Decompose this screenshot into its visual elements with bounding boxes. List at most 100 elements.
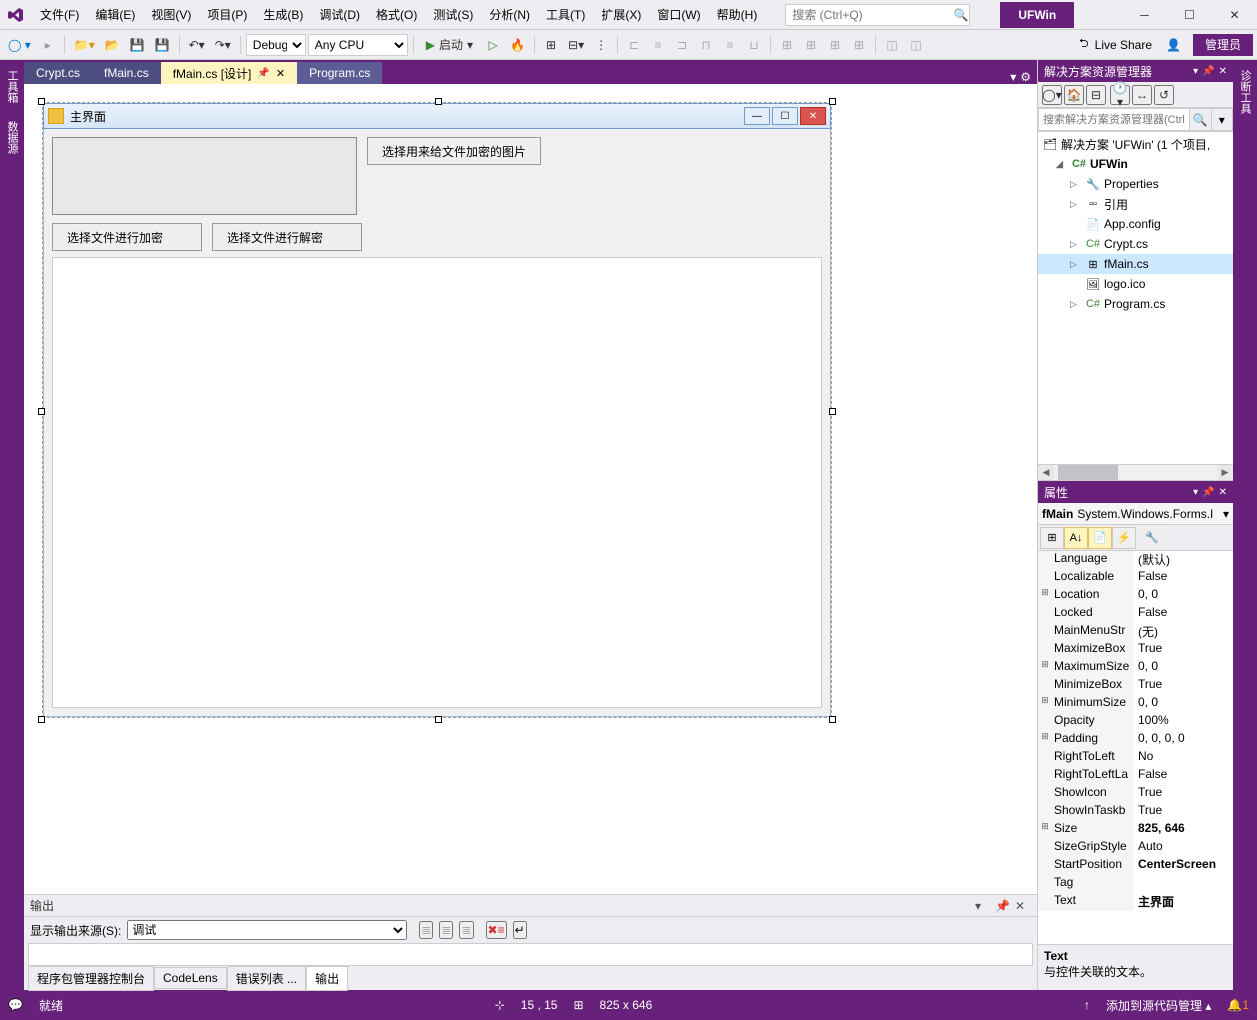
property-row[interactable]: MinimizeBoxTrue xyxy=(1038,677,1233,695)
property-row[interactable]: ShowInTaskbTrue xyxy=(1038,803,1233,821)
panel-close-icon[interactable]: ✕ xyxy=(1219,66,1227,77)
tab-crypt-cs[interactable]: Crypt.cs xyxy=(24,62,92,84)
panel-dropdown-icon[interactable]: ▾ xyxy=(975,899,991,913)
sol-back-button[interactable]: ↺ xyxy=(1154,85,1174,105)
config-select[interactable]: Debug xyxy=(246,34,306,56)
platform-select[interactable]: Any CPU xyxy=(308,34,408,56)
align-mid-button[interactable]: ≡ xyxy=(719,34,741,56)
menu-format[interactable]: 格式(O) xyxy=(368,0,425,29)
property-row[interactable]: ⊞Location0, 0 xyxy=(1038,587,1233,605)
spacing-btn-1[interactable]: ⊞ xyxy=(776,34,798,56)
search-icon[interactable]: 🔍 xyxy=(1190,108,1212,131)
menu-debug[interactable]: 调试(D) xyxy=(311,0,368,29)
tree-solution[interactable]: 🗂解决方案 'UFWin' (1 个项目, xyxy=(1038,134,1233,154)
tree-logo-ico[interactable]: 🖼logo.ico xyxy=(1038,274,1233,294)
tree-fmain-cs[interactable]: ▷⊞fMain.cs xyxy=(1038,254,1233,274)
prop-alphabetical-button[interactable]: A↓ xyxy=(1064,527,1088,549)
start-without-debug-button[interactable]: ▷ xyxy=(482,34,504,56)
panel-pin-icon[interactable]: 📌 xyxy=(1202,487,1214,498)
property-row[interactable]: StartPositionCenterScreen xyxy=(1038,857,1233,875)
menu-build[interactable]: 生成(B) xyxy=(255,0,311,29)
panel-dropdown-icon[interactable]: ▾ xyxy=(1193,487,1198,498)
resize-handle[interactable] xyxy=(38,716,45,723)
hot-reload-button[interactable]: 🔥 xyxy=(506,34,529,56)
align-left-button[interactable]: ⊏ xyxy=(623,34,645,56)
tb-btn-3[interactable]: ⋮ xyxy=(590,34,612,56)
align-center-button[interactable]: ≡ xyxy=(647,34,669,56)
prop-pages-button[interactable]: 🔧 xyxy=(1140,527,1164,549)
property-row[interactable]: LocalizableFalse xyxy=(1038,569,1233,587)
toolbox-tab[interactable]: 工具箱 xyxy=(2,64,22,109)
decrypt-button[interactable]: 选择文件进行解密 xyxy=(212,223,362,251)
menu-tools[interactable]: 工具(T) xyxy=(538,0,593,29)
notification-bell-icon[interactable]: 🔔1 xyxy=(1227,998,1249,1012)
menu-extensions[interactable]: 扩展(X) xyxy=(593,0,649,29)
tree-properties[interactable]: ▷🔧Properties xyxy=(1038,174,1233,194)
property-row[interactable]: MaximizeBoxTrue xyxy=(1038,641,1233,659)
bottom-tab-errors[interactable]: 错误列表 ... xyxy=(227,966,306,991)
tree-crypt-cs[interactable]: ▷C#Crypt.cs xyxy=(1038,234,1233,254)
solution-tree[interactable]: 🗂解决方案 'UFWin' (1 个项目, ◢C#UFWin ▷🔧Propert… xyxy=(1038,132,1233,464)
output-wrap-button[interactable]: ↵ xyxy=(513,921,527,939)
panel-pin-icon[interactable]: 📌 xyxy=(995,899,1011,913)
sol-home-button[interactable]: ◯▾ xyxy=(1042,85,1062,105)
property-row[interactable]: ShowIconTrue xyxy=(1038,785,1233,803)
undo-button[interactable]: ↶▾ xyxy=(185,34,209,56)
maximize-button[interactable]: ☐ xyxy=(1167,0,1212,30)
nav-fwd-button[interactable]: ▸ xyxy=(37,34,59,56)
sol-collapse-button[interactable]: ⊟ xyxy=(1086,85,1106,105)
solution-search-input[interactable] xyxy=(1038,108,1190,131)
property-object-selector[interactable]: fMain System.Windows.Forms.I ▾ xyxy=(1038,503,1233,525)
output-source-select[interactable]: 调试 xyxy=(127,920,407,940)
tab-fmain-cs[interactable]: fMain.cs xyxy=(92,62,161,84)
search-dropdown-icon[interactable]: ▾ xyxy=(1212,108,1234,131)
spacing-btn-2[interactable]: ⊞ xyxy=(800,34,822,56)
chat-icon[interactable]: 💬 xyxy=(8,998,23,1012)
menu-help[interactable]: 帮助(H) xyxy=(709,0,766,29)
sol-home2-button[interactable]: 🏠 xyxy=(1064,85,1084,105)
sol-sync-button[interactable]: ↔ xyxy=(1132,85,1152,105)
panel-close-icon[interactable]: ✕ xyxy=(1219,487,1227,498)
resize-handle[interactable] xyxy=(38,98,45,105)
form-fmain[interactable]: 主界面 — ☐ ✕ 选择用来给文件加密的图片 选择文件进 xyxy=(42,102,832,718)
feedback-button[interactable]: 👤 xyxy=(1162,34,1185,56)
form-minimize-button[interactable]: — xyxy=(744,107,770,125)
form-close-button[interactable]: ✕ xyxy=(800,107,826,125)
tab-gear-icon[interactable]: ⚙ xyxy=(1020,70,1031,84)
output-tb-2[interactable]: ≣ xyxy=(439,921,453,939)
live-share-button[interactable]: ⮌ Live Share xyxy=(1071,34,1160,55)
close-icon[interactable]: ✕ xyxy=(276,67,285,80)
property-row[interactable]: ⊞MaximumSize0, 0 xyxy=(1038,659,1233,677)
property-row[interactable]: MainMenuStr(无) xyxy=(1038,623,1233,641)
tab-program-cs[interactable]: Program.cs xyxy=(297,62,382,84)
output-clear-button[interactable]: ✖≡ xyxy=(486,921,507,939)
menu-window[interactable]: 窗口(W) xyxy=(649,0,708,29)
property-row[interactable]: SizeGripStyleAuto xyxy=(1038,839,1233,857)
search-input[interactable] xyxy=(786,6,953,24)
property-row[interactable]: ⊞Size825, 646 xyxy=(1038,821,1233,839)
resize-handle[interactable] xyxy=(435,716,442,723)
property-row[interactable]: Opacity100% xyxy=(1038,713,1233,731)
panel-dropdown-icon[interactable]: ▾ xyxy=(1193,66,1198,77)
prop-events-button[interactable]: ⚡ xyxy=(1112,527,1136,549)
picturebox[interactable] xyxy=(52,137,357,215)
property-row[interactable]: Text主界面 xyxy=(1038,893,1233,911)
menu-edit[interactable]: 编辑(E) xyxy=(87,0,143,29)
solution-scroll-h[interactable]: ◀▶ xyxy=(1038,464,1233,480)
layout-btn-1[interactable]: ◫ xyxy=(881,34,903,56)
tab-dropdown-icon[interactable]: ▾ xyxy=(1010,70,1016,84)
close-button[interactable]: ✕ xyxy=(1212,0,1257,30)
form-designer-surface[interactable]: 主界面 — ☐ ✕ 选择用来给文件加密的图片 选择文件进 xyxy=(24,84,1037,894)
property-row[interactable]: Language(默认) xyxy=(1038,551,1233,569)
prop-categorized-button[interactable]: ⊞ xyxy=(1040,527,1064,549)
bottom-tab-output[interactable]: 输出 xyxy=(306,966,348,991)
diagnostics-tab[interactable]: 诊断工具 xyxy=(1235,64,1255,120)
panel-close-icon[interactable]: ✕ xyxy=(1015,899,1031,913)
resize-handle[interactable] xyxy=(435,98,442,105)
menu-project[interactable]: 项目(P) xyxy=(199,0,255,29)
quick-launch-search[interactable]: 🔍 xyxy=(785,4,970,26)
menu-analyze[interactable]: 分析(N) xyxy=(481,0,538,29)
prop-properties-button[interactable]: 📄 xyxy=(1088,527,1112,549)
output-tb-1[interactable]: ≣ xyxy=(419,921,433,939)
select-image-button[interactable]: 选择用来给文件加密的图片 xyxy=(367,137,541,165)
